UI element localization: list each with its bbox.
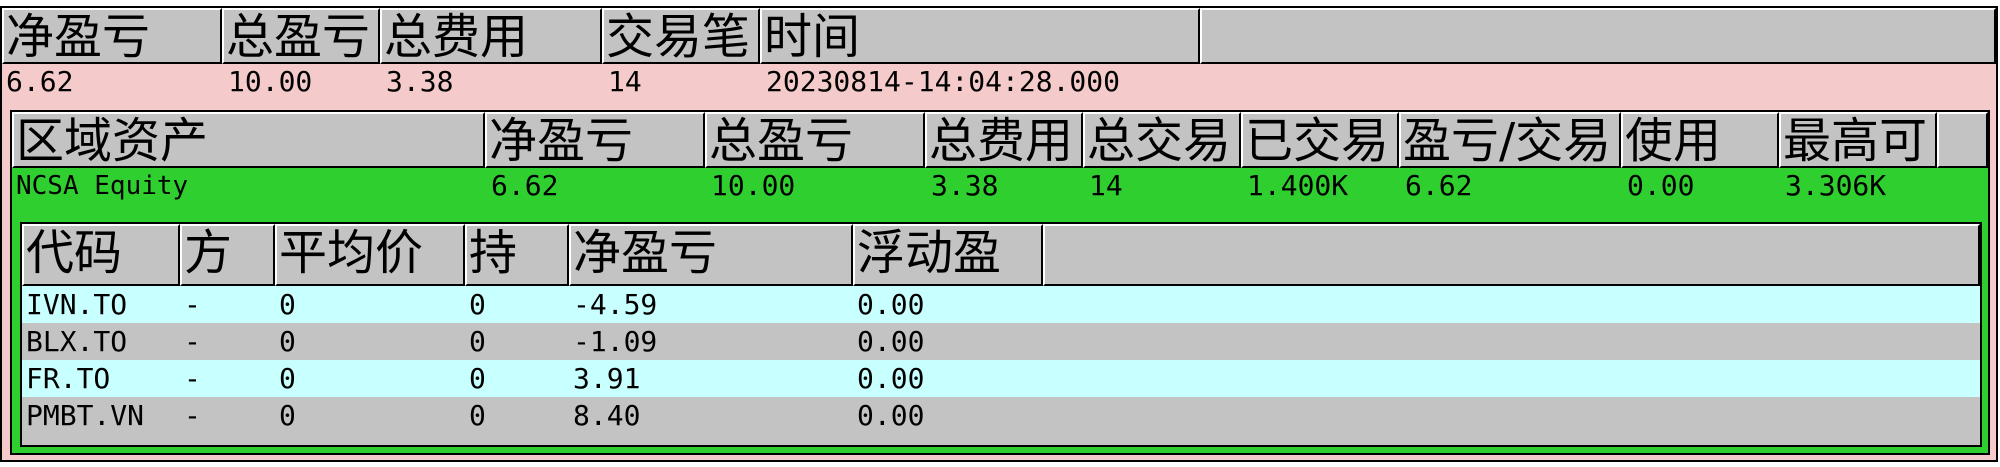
cell-holding: 0 [469,288,486,321]
pos-header-floating-pnl[interactable]: 浮动盈 [853,224,1043,286]
region-total-pnl: 10.00 [711,169,796,202]
summary-total-fees: 3.38 [386,65,454,98]
region-header-pnl-per-trade[interactable]: 盈亏/交易 [1399,112,1621,168]
cell-code: PMBT.VN [26,399,145,432]
cell-floating-pnl: 0.00 [857,362,925,395]
summary-total-pnl: 10.00 [228,65,313,98]
cell-floating-pnl: 0.00 [857,288,925,321]
cell-avg-price: 0 [279,362,296,395]
summary-time: 20230814-14:04:28.000 [766,65,1121,98]
region-pnl-per-trade: 6.62 [1405,169,1473,202]
cell-net-pnl: 3.91 [573,362,641,395]
summary-header-blank [1200,8,1996,64]
pos-header-net-pnl[interactable]: 净盈亏 [569,224,853,286]
region-header-net-pnl[interactable]: 净盈亏 [485,112,705,168]
region-header-total-fees[interactable]: 总费用 [925,112,1083,168]
cell-net-pnl: -4.59 [573,288,658,321]
pos-header-code[interactable]: 代码 [22,224,180,286]
summary-trades: 14 [608,65,642,98]
table-row[interactable]: BLX.TO - 0 0 -1.09 0.00 [22,323,1980,360]
cell-side: - [184,362,201,395]
summary-header-total-pnl[interactable]: 总盈亏 [222,8,380,64]
table-row[interactable]: IVN.TO - 0 0 -4.59 0.00 [22,286,1980,323]
cell-side: - [184,325,201,358]
region-total-trades: 14 [1089,169,1123,202]
region-header-asset[interactable]: 区域资产 [12,112,485,168]
positions-table: 代码 方 平均价 持 净盈亏 浮动盈 IVN.TO - 0 0 -4.59 0.… [20,222,1982,447]
region-header-blank [1937,112,1988,168]
cell-floating-pnl: 0.00 [857,399,925,432]
pos-header-holding[interactable]: 持 [465,224,569,286]
cell-holding: 0 [469,399,486,432]
cell-code: FR.TO [26,362,111,395]
cell-net-pnl: 8.40 [573,399,641,432]
cell-avg-price: 0 [279,325,296,358]
region-total-fees: 3.38 [931,169,999,202]
cell-floating-pnl: 0.00 [857,325,925,358]
region-header-traded[interactable]: 已交易 [1241,112,1399,168]
cell-holding: 0 [469,362,486,395]
region-asset-name: NCSA Equity [16,171,189,201]
cell-avg-price: 0 [279,288,296,321]
cell-holding: 0 [469,325,486,358]
summary-header-time[interactable]: 时间 [760,8,1200,64]
region-panel: 区域资产 净盈亏 总盈亏 总费用 总交易 已交易 盈亏/交易 使用 最高可 NC… [10,110,1990,455]
pos-header-avg-price[interactable]: 平均价 [275,224,465,286]
cell-code: IVN.TO [26,288,128,321]
cell-avg-price: 0 [279,399,296,432]
region-net-pnl: 6.62 [491,169,559,202]
summary-net-pnl: 6.62 [6,65,74,98]
region-traded: 1.400K [1247,169,1349,202]
region-max-available: 3.306K [1785,169,1887,202]
cell-net-pnl: -1.09 [573,325,658,358]
cell-side: - [184,288,201,321]
summary-header-net-pnl[interactable]: 净盈亏 [2,8,222,64]
pos-header-side[interactable]: 方 [180,224,275,286]
cell-code: BLX.TO [26,325,128,358]
table-row[interactable]: FR.TO - 0 0 3.91 0.00 [22,360,1980,397]
pos-header-blank [1043,224,1980,286]
region-header-total-pnl[interactable]: 总盈亏 [705,112,925,168]
summary-header-trades[interactable]: 交易笔 [602,8,760,64]
region-header-used[interactable]: 使用 [1621,112,1779,168]
region-header-total-trades[interactable]: 总交易 [1083,112,1241,168]
region-used: 0.00 [1627,169,1695,202]
table-row[interactable]: PMBT.VN - 0 0 8.40 0.00 [22,397,1980,434]
cell-side: - [184,399,201,432]
region-header-max-available[interactable]: 最高可 [1779,112,1937,168]
summary-header-total-fees[interactable]: 总费用 [380,8,602,64]
